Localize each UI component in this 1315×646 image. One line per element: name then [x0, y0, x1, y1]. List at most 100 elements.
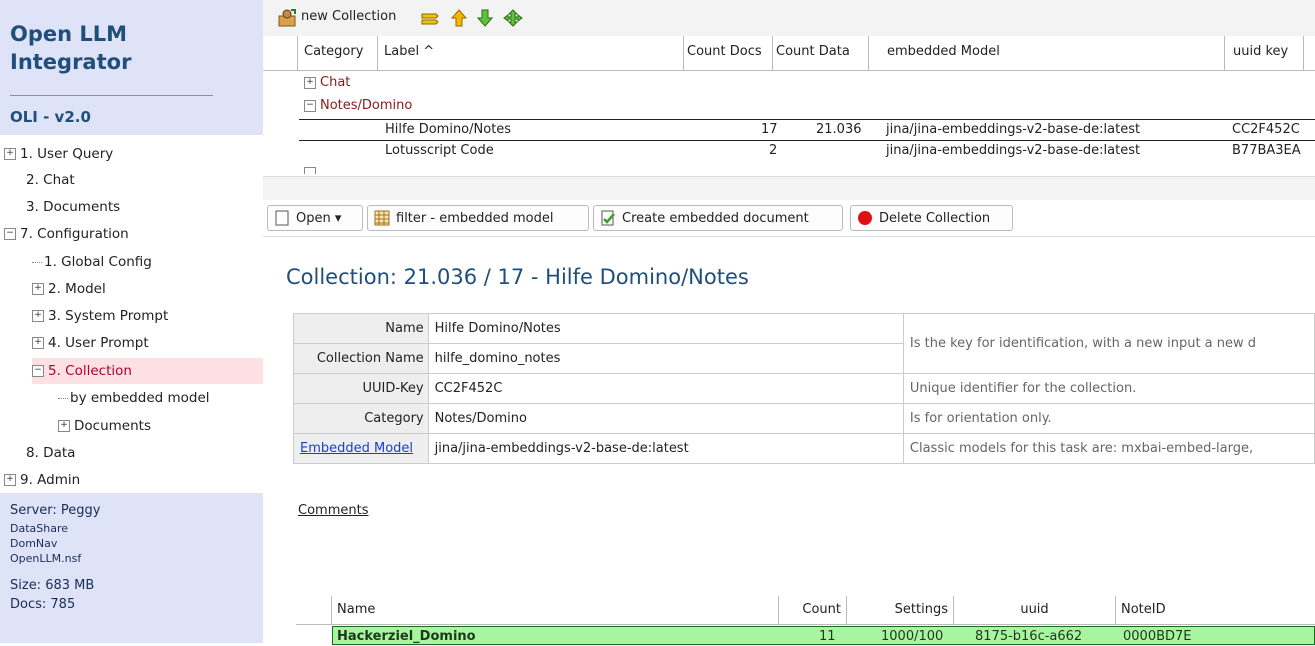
server-info: Server: Peggy DataShare DomNav OpenLLM.n… [0, 493, 263, 643]
column-separator [1303, 36, 1304, 70]
nav-item-documents[interactable]: 3. Documents [26, 194, 120, 220]
column-header-uuid[interactable]: uuid [954, 596, 1116, 624]
create-document-icon [601, 210, 615, 226]
category-row-chat[interactable]: + Chat [304, 73, 350, 93]
column-header-noteid[interactable]: NoteID [1116, 596, 1315, 624]
create-embedded-document-button[interactable]: Create embedded document [593, 205, 843, 231]
expand-icon[interactable]: + [4, 148, 16, 160]
sidebar-header: Open LLM Integrator OLI - v2.0 [0, 0, 263, 135]
collapse-icon[interactable]: − [4, 228, 16, 240]
property-label: Name [293, 313, 429, 344]
nav-item-collection-documents[interactable]: + Documents [58, 413, 151, 439]
column-header-count-docs[interactable]: Count Docs [687, 44, 762, 59]
row-count-docs: 2 [769, 143, 778, 158]
column-header-category[interactable]: Category [304, 44, 363, 59]
row-label: Lotusscript Code [385, 143, 494, 158]
nav-label: 5. Collection [48, 363, 132, 379]
category-row-notes-domino[interactable]: − Notes/Domino [304, 96, 412, 116]
column-header-uuid-key[interactable]: uuid key [1233, 44, 1288, 59]
property-row: Category Notes/Domino Is for orientation… [293, 403, 1315, 434]
expand-icon[interactable]: + [32, 310, 44, 322]
nav-label: 9. Admin [20, 472, 81, 488]
collapse-icon[interactable]: − [32, 365, 44, 377]
nav-label: 3. System Prompt [48, 308, 169, 324]
category-label: Chat [320, 75, 351, 90]
arrow-up-icon[interactable] [450, 9, 468, 31]
nav-label: 7. Configuration [20, 226, 129, 242]
nav-item-global-config[interactable]: 1. Global Config [32, 249, 152, 275]
expand-icon[interactable]: + [58, 420, 70, 432]
stop-icon [858, 211, 872, 225]
row-label: Hilfe Domino/Notes [385, 122, 512, 137]
column-header-label[interactable]: Label ^ [384, 44, 434, 59]
nav-item-collection[interactable]: −5. Collection [32, 358, 263, 384]
doc-count: Docs: 785 [10, 597, 76, 612]
db-line: OpenLLM.nsf [10, 552, 82, 565]
nav-item-configuration[interactable]: −7. Configuration [4, 221, 129, 247]
new-collection-icon[interactable] [277, 8, 297, 32]
expand-icon[interactable]: + [32, 337, 44, 349]
row-noteid: 0000BD7E [1123, 629, 1192, 644]
nav-label: 2. Model [48, 281, 106, 297]
open-dropdown-button[interactable]: Open ▾ [267, 205, 363, 231]
button-label: filter - embedded model [396, 211, 554, 226]
nav-label: 4. User Prompt [48, 335, 149, 351]
embedded-model-link[interactable]: Embedded Model [300, 441, 413, 456]
nav-item-admin[interactable]: +9. Admin [4, 467, 80, 493]
column-header-settings[interactable]: Settings [847, 596, 954, 624]
comments-link[interactable]: Comments [298, 503, 368, 518]
row-settings: 1000/100 [881, 629, 944, 644]
action-bar: Open ▾ filter - embedded model Create em… [263, 200, 1315, 237]
delete-collection-button[interactable]: Delete Collection [850, 205, 1013, 231]
column-header-embedded-model[interactable]: embedded Model [887, 44, 1000, 59]
db-line: DataShare [10, 522, 69, 535]
grid-scrollbar[interactable] [263, 176, 1315, 201]
column-separator [1224, 36, 1225, 70]
row-name: Hackerziel_Domino [337, 629, 476, 644]
nav-item-system-prompt[interactable]: +3. System Prompt [32, 303, 168, 329]
row-count: 11 [819, 629, 836, 644]
collection-properties: Name Hilfe Domino/Notes Is the key for i… [293, 313, 1315, 464]
expand-icon[interactable]: + [304, 76, 316, 89]
expand-icon[interactable]: + [4, 474, 16, 486]
nav-label: by embedded model [70, 390, 210, 406]
nav-label: 1. Global Config [44, 254, 152, 270]
app-title: Open LLM Integrator [10, 22, 132, 74]
expand-icon[interactable] [304, 167, 316, 174]
collapse-icon[interactable]: − [304, 99, 316, 112]
nav-item-by-embedded-model[interactable]: by embedded model [58, 385, 210, 411]
db-line: DomNav [10, 537, 58, 550]
top-toolbar: new Collection [263, 0, 1315, 36]
property-row: UUID-Key CC2F452C Unique identifier for … [293, 373, 1315, 404]
row-uuid: CC2F452C [1232, 122, 1300, 137]
property-label: Category [293, 403, 429, 434]
property-value: CC2F452C [427, 373, 904, 404]
nav-item-chat[interactable]: 2. Chat [26, 167, 75, 193]
table-row[interactable]: Lotusscript Code 2 jina/jina-embeddings-… [299, 141, 1315, 161]
nav-item-data[interactable]: 8. Data [26, 440, 75, 466]
column-header-count[interactable]: Count [779, 596, 847, 624]
nav-item-user-prompt[interactable]: +4. User Prompt [32, 330, 149, 356]
property-value: Notes/Domino [427, 403, 904, 434]
filter-embedded-model-button[interactable]: filter - embedded model [367, 205, 589, 231]
column-separator [868, 36, 869, 70]
row-uuid: B77BA3EA [1232, 143, 1301, 158]
nav-label: Documents [74, 418, 151, 434]
column-header-select[interactable] [296, 596, 332, 624]
table-row[interactable]: Hackerziel_Domino 11 1000/100 8175-b16c-… [332, 626, 1315, 644]
nav-item-user-query[interactable]: +1. User Query [4, 141, 113, 167]
table-row[interactable]: Hilfe Domino/Notes 17 21.036 jina/jina-e… [299, 119, 1315, 141]
column-header-count-data[interactable]: Count Data [776, 44, 850, 59]
nav-item-model[interactable]: +2. Model [32, 276, 106, 302]
db-size: Size: 683 MB [10, 578, 95, 593]
new-collection-button[interactable]: new Collection [301, 9, 396, 24]
expand-icon[interactable]: + [32, 283, 44, 295]
move-icon[interactable] [503, 9, 523, 31]
arrow-down-icon[interactable] [476, 9, 494, 31]
button-label: Open [296, 211, 331, 226]
property-value: jina/jina-embeddings-v2-base-de:latest [427, 433, 904, 464]
nav-label: 3. Documents [26, 199, 121, 215]
pencil-icon[interactable] [421, 11, 439, 29]
property-hint: Is for orientation only. [902, 403, 1315, 434]
column-header-name[interactable]: Name [332, 596, 779, 624]
